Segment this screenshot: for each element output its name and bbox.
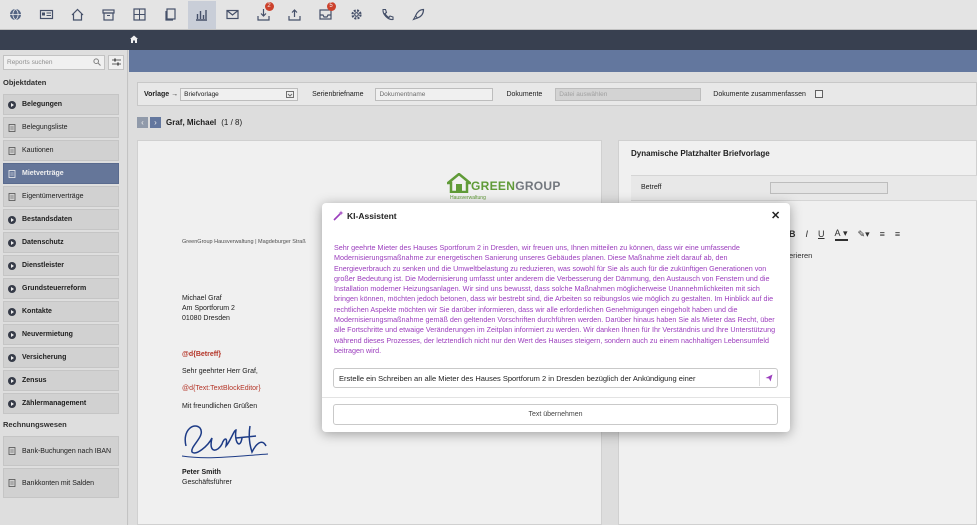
apply-text-button[interactable]: Text übernehmen [333, 404, 778, 425]
send-icon [765, 374, 772, 382]
dialog-title: KI-Assistent [347, 211, 397, 221]
prompt-field [333, 368, 778, 388]
dialog-header: KI-Assistent ✕ [322, 203, 790, 229]
prompt-input[interactable] [339, 372, 757, 385]
close-icon[interactable]: ✕ [771, 209, 780, 222]
dialog-divider [322, 397, 790, 398]
generated-text: Sehr geehrte Mieter des Hauses Sportforu… [334, 243, 776, 355]
send-button[interactable] [759, 370, 777, 386]
magic-wand-icon [333, 210, 344, 221]
ai-assistant-dialog: KI-Assistent ✕ Sehr geehrte Mieter des H… [322, 203, 790, 432]
